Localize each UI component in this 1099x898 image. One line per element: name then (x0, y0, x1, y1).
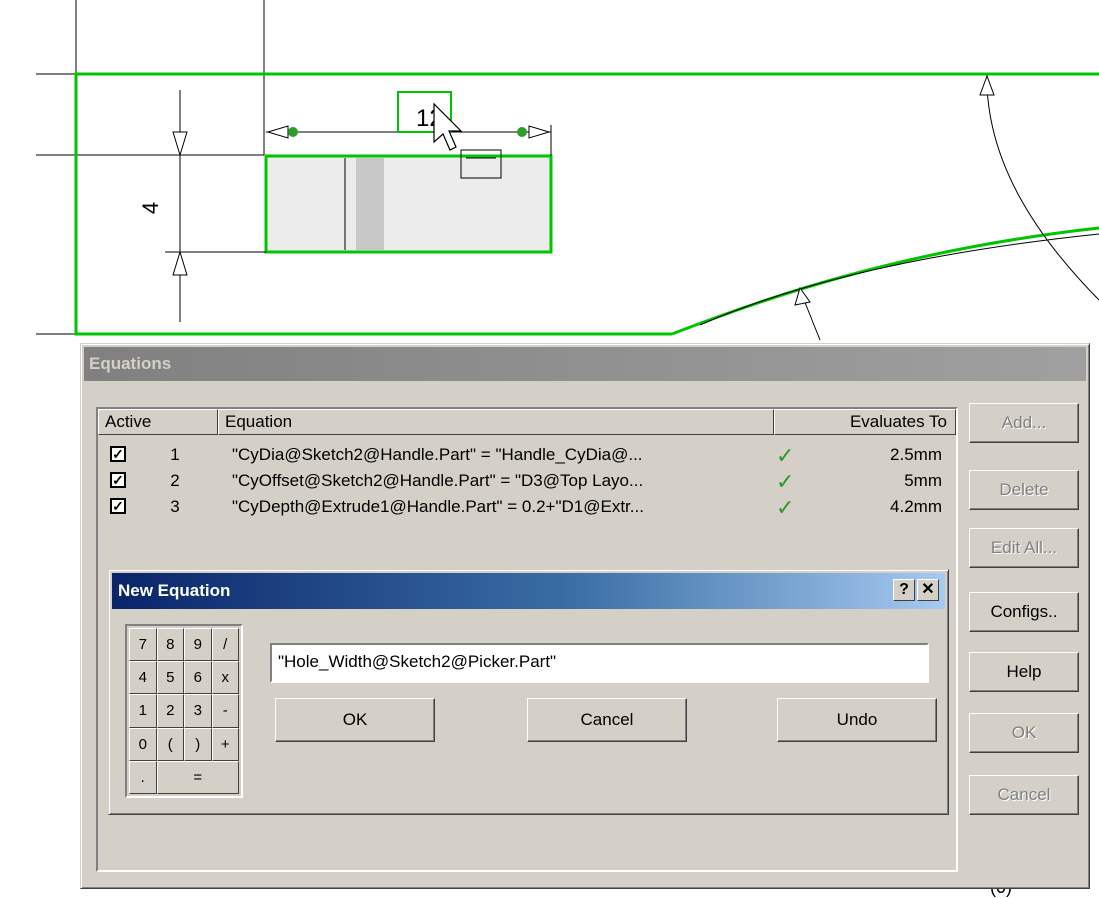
close-icon[interactable]: ✕ (917, 579, 939, 601)
keypad: 7 8 9 / 4 5 6 x 1 2 3 - 0 ( ) + . = (125, 624, 243, 798)
equation-row[interactable]: ✓ 1 "CyDia@Sketch2@Handle.Part" = "Handl… (98, 443, 956, 469)
key-multiply[interactable]: x (211, 661, 239, 695)
green-check-icon: ✓ (776, 495, 795, 520)
active-checkbox[interactable]: ✓ (110, 446, 126, 462)
new-equation-dialog: New Equation ? ✕ 7 8 9 / 4 5 6 x 1 2 3 -… (108, 569, 949, 815)
active-checkbox[interactable]: ✓ (110, 472, 126, 488)
equation-row[interactable]: ✓ 3 "CyDepth@Extrude1@Handle.Part" = 0.2… (98, 495, 956, 521)
new-equation-titlebar[interactable]: New Equation ? ✕ (112, 573, 945, 609)
equation-row[interactable]: ✓ 2 "CyOffset@Sketch2@Handle.Part" = "D3… (98, 469, 956, 495)
key-6[interactable]: 6 (184, 661, 212, 695)
column-header-evaluates-to[interactable]: Evaluates To (774, 409, 956, 435)
add-button[interactable]: Add... (969, 403, 1079, 443)
new-equation-title: New Equation (118, 581, 231, 600)
key-equals[interactable]: = (156, 760, 239, 794)
active-checkbox[interactable]: ✓ (110, 498, 126, 514)
evaluated-value: 4.2mm (890, 497, 942, 516)
key-7[interactable]: 7 (129, 628, 157, 662)
equation-text: "CyDia@Sketch2@Handle.Part" = "Handle_Cy… (232, 445, 643, 464)
key-8[interactable]: 8 (156, 628, 184, 662)
evaluated-value: 2.5mm (890, 445, 942, 464)
handle-dot[interactable] (288, 127, 298, 137)
help-icon[interactable]: ? (893, 579, 915, 601)
equations-title: Equations (89, 354, 172, 373)
key-plus[interactable]: + (211, 727, 239, 761)
edit-all-button[interactable]: Edit All... (969, 528, 1079, 568)
green-check-icon: ✓ (776, 469, 795, 494)
cylinder-shading (356, 158, 384, 250)
equation-text: "CyDepth@Extrude1@Handle.Part" = 0.2+"D1… (232, 497, 644, 516)
column-header-active[interactable]: Active (98, 409, 218, 435)
help-button[interactable]: Help (969, 652, 1079, 692)
sketch-rectangle[interactable] (264, 154, 553, 254)
cancel-button[interactable]: Cancel (969, 775, 1079, 815)
green-check-icon: ✓ (776, 443, 795, 468)
new-equation-ok-button[interactable]: OK (275, 698, 435, 742)
delete-button[interactable]: Delete (969, 470, 1079, 510)
key-4[interactable]: 4 (129, 661, 157, 695)
equations-titlebar[interactable]: Equations (84, 347, 1086, 381)
column-header-equation[interactable]: Equation (218, 409, 774, 435)
row-number: 3 (170, 497, 180, 516)
key-minus[interactable]: - (211, 694, 239, 728)
row-number: 2 (170, 471, 180, 490)
row-number: 1 (170, 445, 180, 464)
key-5[interactable]: 5 (156, 661, 184, 695)
key-9[interactable]: 9 (184, 628, 212, 662)
dimension-4[interactable]: 4 (138, 202, 163, 214)
key-close-paren[interactable]: ) (184, 727, 212, 761)
key-0[interactable]: 0 (129, 727, 157, 761)
equation-text: "CyOffset@Sketch2@Handle.Part" = "D3@Top… (232, 471, 644, 490)
key-1[interactable]: 1 (129, 694, 157, 728)
key-open-paren[interactable]: ( (156, 727, 184, 761)
key-decimal[interactable]: . (129, 760, 157, 794)
key-2[interactable]: 2 (156, 694, 184, 728)
key-3[interactable]: 3 (184, 694, 212, 728)
equation-input[interactable]: "Hole_Width@Sketch2@Picker.Part" (270, 643, 929, 683)
ok-button[interactable]: OK (969, 713, 1079, 753)
handle-dot[interactable] (517, 127, 527, 137)
evaluated-value: 5mm (904, 471, 942, 490)
new-equation-cancel-button[interactable]: Cancel (527, 698, 687, 742)
new-equation-undo-button[interactable]: Undo (777, 698, 937, 742)
configs-button[interactable]: Configs.. (969, 592, 1079, 632)
key-divide[interactable]: / (211, 628, 239, 662)
